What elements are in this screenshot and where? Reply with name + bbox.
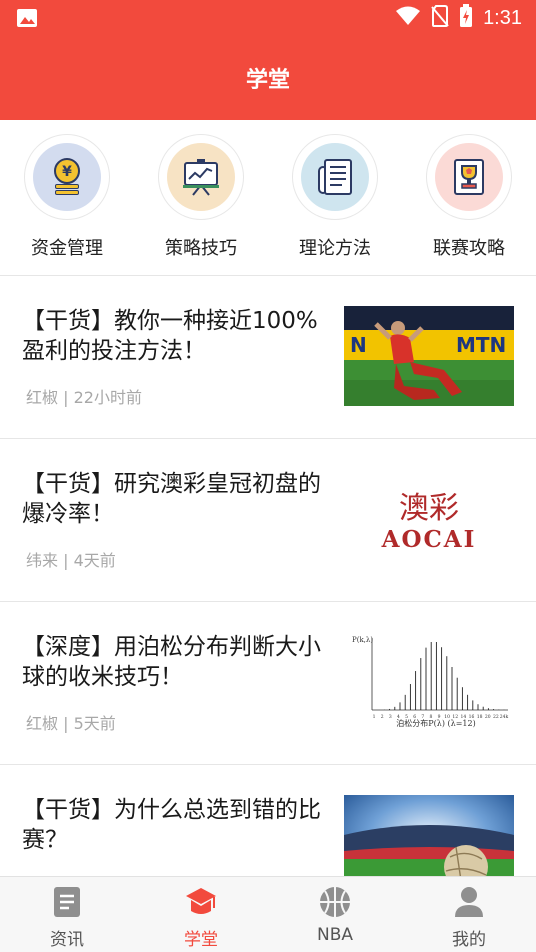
category-label: 理论方法 <box>299 238 371 259</box>
tab-school[interactable]: 学堂 <box>134 877 268 952</box>
document-icon <box>301 143 369 211</box>
category-label: 联赛攻略 <box>433 238 505 259</box>
category-icon-ring: ¥ <box>24 134 110 220</box>
page-title: 学堂 <box>245 68 290 93</box>
clock-time: 1:31 <box>483 6 522 29</box>
wifi-icon <box>395 6 421 30</box>
category-label: 策略技巧 <box>165 238 237 259</box>
status-icons: 1:31 <box>395 4 522 32</box>
article-title: 【干货】研究澳彩皇冠初盘的爆冷率！ <box>22 471 321 527</box>
article-item[interactable]: 【干货】教你一种接近100%盈利的投注方法！ 红椒 | 22小时前 N MTN <box>0 276 536 439</box>
article-thumbnail-aocai-logo: 澳彩 AOCAI <box>344 469 514 569</box>
article-title: 【干货】为什么总选到错的比赛？ <box>22 797 321 853</box>
category-item-strategy[interactable]: 策略技巧 <box>141 134 261 270</box>
article-item[interactable]: 【深度】用泊松分布判断大小球的收米技巧！ 红椒 | 5天前 P(k,λ) 123… <box>0 602 536 765</box>
tab-label: NBA <box>316 925 353 945</box>
meta-separator: | <box>63 551 74 570</box>
coin-stack-icon: ¥ <box>33 143 101 211</box>
screen: 1:31 学堂 ¥ 资金管理 策略技巧 理论方法 联赛攻略 【干货】教你一种接近… <box>0 0 536 952</box>
article-thumbnail-football-player: N MTN <box>344 306 514 406</box>
category-row: ¥ 资金管理 策略技巧 理论方法 联赛攻略 <box>0 120 536 276</box>
no-sim-icon <box>431 5 449 31</box>
aocai-logo-english: AOCAI <box>381 526 477 553</box>
meta-separator: | <box>63 388 74 407</box>
trophy-icon <box>435 143 503 211</box>
tab-label: 资讯 <box>50 930 84 950</box>
article-thumbnail-poisson-chart: P(k,λ) 1 2 3 4 5 6 7 8 9 10 12 14 16 18 20 22 24k 泊松分布P(… <box>344 632 514 732</box>
chart-x-tick: 20 <box>485 714 491 720</box>
chart-x-tick: 24k <box>500 714 509 720</box>
article-author: 纬来 <box>26 551 59 570</box>
chart-y-label: P(k,λ) <box>352 636 373 644</box>
category-item-funds[interactable]: ¥ 资金管理 <box>7 134 127 270</box>
article-time: 4天前 <box>73 551 116 570</box>
strategy-board-icon <box>167 143 235 211</box>
article-time: 22小时前 <box>73 388 142 407</box>
bottom-tab-bar: 资讯 学堂 NBA 我的 <box>0 876 536 952</box>
category-icon-ring <box>158 134 244 220</box>
svg-text:MTN: MTN <box>456 333 506 357</box>
svg-text:N: N <box>350 333 367 357</box>
chart-x-tick: 18 <box>477 714 483 720</box>
article-title: 【干货】教你一种接近100%盈利的投注方法！ <box>22 308 318 364</box>
chart-x-tick: 1 <box>373 714 376 720</box>
category-label: 资金管理 <box>31 238 103 259</box>
app-header: 学堂 <box>0 36 536 120</box>
category-icon-ring <box>426 134 512 220</box>
meta-separator: | <box>63 714 74 733</box>
user-icon <box>453 886 485 918</box>
article-meta: 红椒 | 22小时前 <box>26 384 142 408</box>
gallery-notification-icon <box>16 8 38 28</box>
chart-x-tick: 22 <box>493 714 499 720</box>
tab-nba[interactable]: NBA <box>268 877 402 952</box>
article-author: 红椒 <box>26 714 59 733</box>
category-icon-ring <box>292 134 378 220</box>
tab-label: 我的 <box>452 930 486 950</box>
category-item-theory[interactable]: 理论方法 <box>275 134 395 270</box>
article-meta: 纬来 | 4天前 <box>26 547 116 571</box>
svg-text:¥: ¥ <box>62 164 72 180</box>
category-item-league[interactable]: 联赛攻略 <box>409 134 529 270</box>
battery-charging-icon <box>459 4 473 32</box>
article-meta: 红椒 | 5天前 <box>26 710 116 734</box>
chart-caption: 泊松分布P(λ) (λ=12) <box>396 718 475 728</box>
tab-news[interactable]: 资讯 <box>0 877 134 952</box>
aocai-logo-chinese: 澳彩 <box>399 491 459 526</box>
tab-label: 学堂 <box>184 930 218 950</box>
article-author: 红椒 <box>26 388 59 407</box>
article-title: 【深度】用泊松分布判断大小球的收米技巧！ <box>22 634 321 690</box>
news-icon <box>51 886 83 918</box>
tab-mine[interactable]: 我的 <box>402 877 536 952</box>
basketball-icon <box>319 886 351 918</box>
graduation-cap-icon <box>185 886 217 918</box>
status-bar: 1:31 <box>0 0 536 36</box>
chart-x-tick: 2 <box>381 714 384 720</box>
chart-x-tick: 3 <box>389 714 392 720</box>
article-time: 5天前 <box>73 714 116 733</box>
article-item[interactable]: 【干货】研究澳彩皇冠初盘的爆冷率！ 纬来 | 4天前 澳彩 AOCAI <box>0 439 536 602</box>
